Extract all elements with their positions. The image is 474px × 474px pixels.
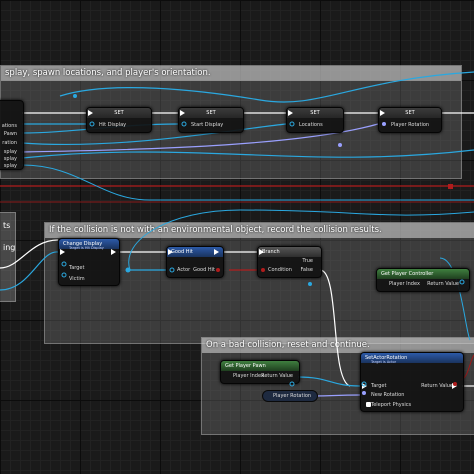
- checkbox-icon: [366, 402, 371, 407]
- exec-pin: [88, 110, 93, 116]
- bool-pin: [453, 382, 457, 386]
- object-pin: [289, 121, 295, 127]
- exec-pin: [214, 249, 219, 255]
- struct-pin: [338, 143, 342, 147]
- pin-layer: [60, 94, 465, 407]
- exec-pin: [60, 249, 65, 255]
- blueprint-graph[interactable]: splay, spawn locations, and player's ori…: [0, 0, 474, 474]
- reroute-pin: [125, 267, 131, 273]
- exec-pin: [380, 110, 385, 116]
- reroute-pin: [308, 282, 312, 286]
- exec-pin: [259, 249, 264, 255]
- object-pin: [459, 279, 465, 285]
- exec-pin: [288, 110, 293, 116]
- bool-reroute: [448, 184, 453, 189]
- object-pin: [169, 267, 175, 273]
- bool-pin: [216, 268, 220, 272]
- exec-pin: [111, 249, 116, 255]
- exec-pin: [168, 249, 173, 255]
- bool-pin: [261, 268, 265, 272]
- object-pin: [61, 272, 67, 278]
- object-pin: [61, 261, 67, 267]
- struct-pin: [382, 122, 386, 126]
- object-pin: [89, 121, 95, 127]
- object-pin: [181, 121, 187, 127]
- exec-pin: [180, 110, 185, 116]
- struct-pin: [362, 391, 366, 395]
- object-pin: [289, 381, 295, 387]
- reroute-pin: [73, 94, 77, 98]
